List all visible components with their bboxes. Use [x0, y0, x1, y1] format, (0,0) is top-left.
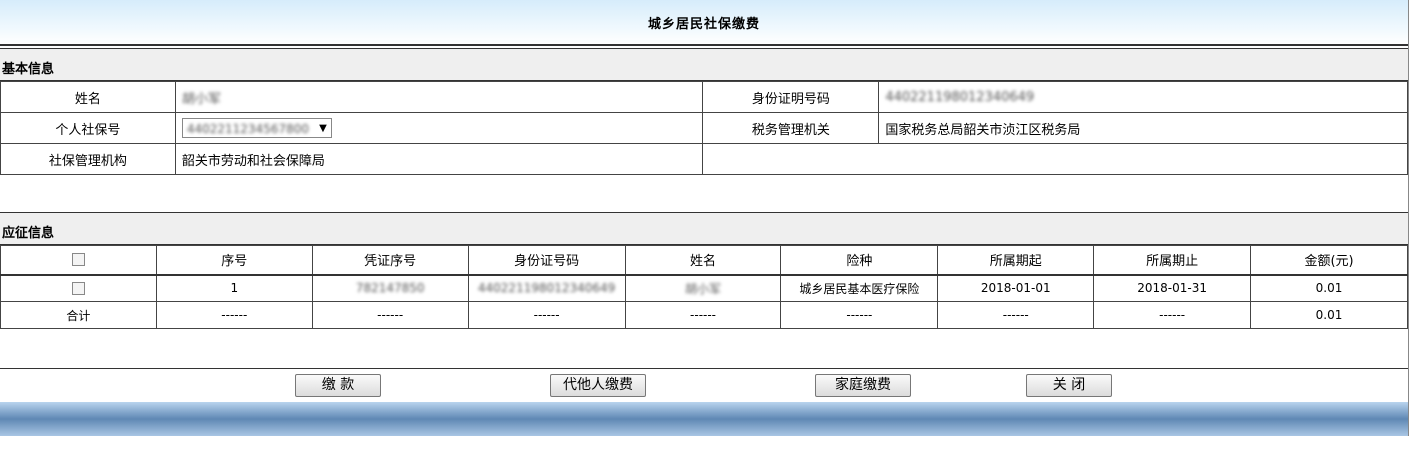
select-all-checkbox[interactable] — [71, 253, 85, 267]
title-bar: 城乡居民社保缴费 — [0, 0, 1408, 46]
family-pay-button[interactable]: 家庭缴费 — [815, 374, 911, 397]
total-row: 合计 ------ ------ ------ ------ ------ --… — [0, 301, 1408, 329]
empty-cell — [702, 143, 1408, 175]
table-row: 1 782147850 440221198012340649 胡小军 城乡居民基… — [0, 274, 1408, 302]
social-security-no-label: 个人社保号 — [0, 112, 176, 144]
proxy-pay-button[interactable]: 代他人缴费 — [550, 374, 646, 397]
total-dash: ------ — [1093, 301, 1252, 329]
ss-agency-value: 韶关市劳动和社会保障局 — [181, 153, 325, 169]
total-amount: 0.01 — [1250, 301, 1408, 329]
footer-bar — [0, 402, 1408, 436]
levy-info-header: 应征信息 — [0, 212, 1408, 245]
basic-info-header: 基本信息 — [0, 48, 1408, 81]
right-border — [1408, 0, 1409, 436]
col-name: 姓名 — [624, 245, 782, 276]
col-type: 险种 — [780, 245, 939, 276]
total-dash: ------ — [624, 301, 782, 329]
levy-table: 序号 凭证序号 身份证号码 姓名 险种 所属期起 所属期止 金额(元) 1 78… — [0, 245, 1408, 329]
col-voucher: 凭证序号 — [311, 245, 469, 276]
row-id: 440221198012340649 — [477, 281, 616, 296]
col-end: 所属期止 — [1093, 245, 1252, 276]
col-id: 身份证号码 — [467, 245, 626, 276]
table-header-row: 序号 凭证序号 身份证号码 姓名 险种 所属期起 所属期止 金额(元) — [0, 245, 1408, 276]
page-title: 城乡居民社保缴费 — [647, 17, 760, 32]
row-name: 胡小军 — [685, 281, 722, 296]
total-dash: ------ — [937, 301, 1095, 329]
id-number-value: 440221198012340649 — [885, 89, 1035, 105]
total-dash: ------ — [155, 301, 313, 329]
pay-button[interactable]: 缴 款 — [295, 374, 381, 397]
social-security-no-select[interactable]: 4402211234567800 ▼ — [181, 118, 332, 139]
col-amount: 金额(元) — [1250, 245, 1408, 276]
row-seq: 1 — [155, 274, 313, 302]
close-button[interactable]: 关 闭 — [1026, 374, 1112, 397]
id-number-label: 身份证明号码 — [702, 81, 880, 113]
button-bar: 缴 款 代他人缴费 家庭缴费 关 闭 — [0, 368, 1408, 402]
col-seq: 序号 — [155, 245, 313, 276]
total-dash: ------ — [467, 301, 626, 329]
col-start: 所属期起 — [937, 245, 1095, 276]
row-start: 2018-01-01 — [937, 274, 1095, 302]
name-label: 姓名 — [0, 81, 176, 113]
row-voucher: 782147850 — [355, 281, 425, 296]
tax-authority-value: 国家税务总局韶关市浈江区税务局 — [885, 122, 1081, 138]
row-amount: 0.01 — [1250, 274, 1408, 302]
total-dash: ------ — [780, 301, 939, 329]
ss-agency-label: 社保管理机构 — [0, 143, 176, 175]
chevron-down-icon[interactable]: ▼ — [319, 119, 327, 139]
tax-authority-label: 税务管理机关 — [702, 112, 880, 144]
social-security-no-value: 4402211234567800 — [186, 122, 309, 136]
row-checkbox[interactable] — [71, 282, 85, 296]
total-label: 合计 — [0, 301, 157, 329]
row-end: 2018-01-31 — [1093, 274, 1252, 302]
total-dash: ------ — [311, 301, 469, 329]
basic-info-table: 姓名 胡小军 身份证明号码 440221198012340649 个人社保号 4… — [0, 81, 1408, 175]
name-value: 胡小军 — [181, 91, 221, 107]
row-type: 城乡居民基本医疗保险 — [780, 274, 939, 302]
